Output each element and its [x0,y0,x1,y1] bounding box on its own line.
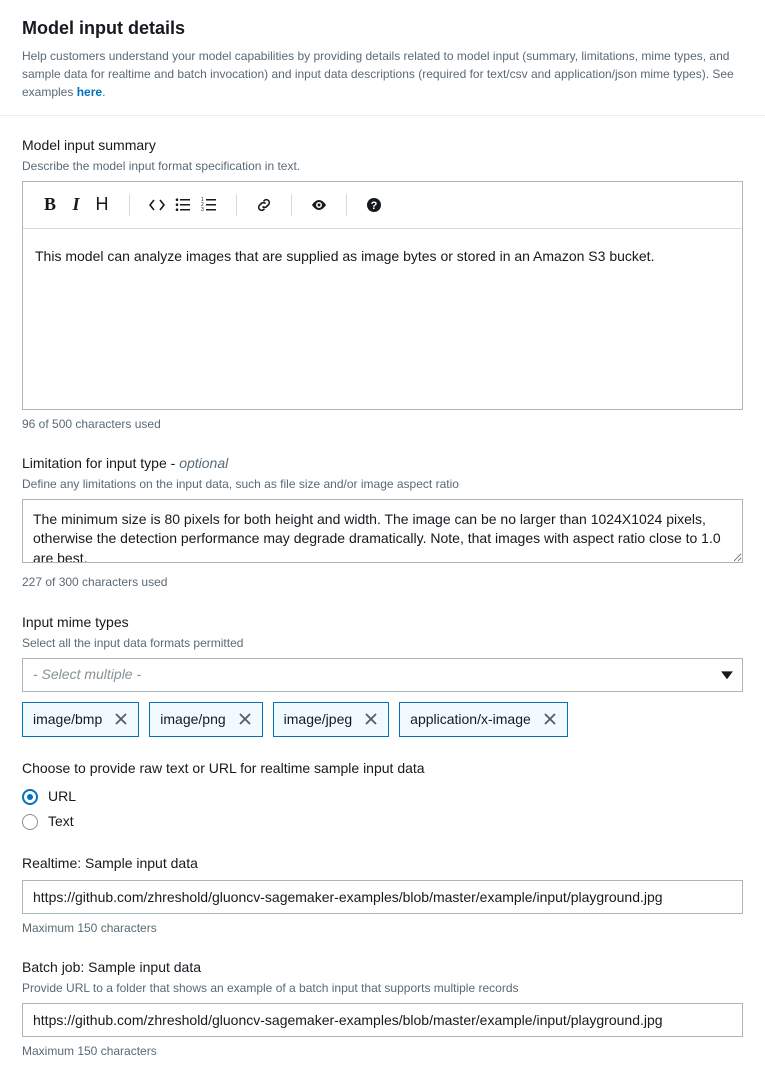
radio-icon-selected [22,789,38,805]
page-desc-text: Help customers understand your model cap… [22,49,734,99]
mime-tag-png: image/png [149,702,262,738]
mime-tag-x-image: application/x-image [399,702,568,738]
limitation-textarea[interactable] [22,499,743,563]
summary-counter: 96 of 500 characters used [22,416,743,433]
limitation-sub: Define any limitations on the input data… [22,476,743,493]
sample-choice-label: Choose to provide raw text or URL for re… [22,759,743,779]
close-icon[interactable] [364,712,378,726]
summary-text[interactable]: This model can analyze images that are s… [23,229,742,409]
close-icon[interactable] [114,712,128,726]
batch-sub: Provide URL to a folder that shows an ex… [22,980,743,997]
limitation-label-text: Limitation for input type - [22,455,179,471]
radio-text[interactable]: Text [22,812,743,832]
limitation-label: Limitation for input type - optional [22,454,743,474]
field-limitation: Limitation for input type - optional Def… [22,454,743,591]
realtime-hint: Maximum 150 characters [22,920,743,937]
field-batch-sample: Batch job: Sample input data Provide URL… [22,958,743,1059]
tag-label: image/png [160,710,225,730]
limitation-optional-tag: optional [179,455,228,471]
code-button[interactable] [144,192,170,218]
summary-sub: Describe the model input format specific… [22,158,743,175]
radio-url[interactable]: URL [22,787,743,807]
svg-text:3: 3 [201,207,204,213]
field-mime-types: Input mime types Select all the input da… [22,613,743,737]
unordered-list-button[interactable] [170,192,196,218]
help-button[interactable]: ? [361,192,387,218]
page-description: Help customers understand your model cap… [22,47,743,101]
field-realtime-sample: Realtime: Sample input data Maximum 150 … [22,854,743,936]
summary-editor: B I H 123 [22,181,743,410]
svg-text:?: ? [371,200,378,212]
page-desc-end: . [102,85,105,99]
batch-label: Batch job: Sample input data [22,958,743,978]
preview-button[interactable] [306,192,332,218]
field-model-input-summary: Model input summary Describe the model i… [22,136,743,432]
radio-label-url: URL [48,787,76,807]
bold-button[interactable]: B [37,192,63,218]
mime-sub: Select all the input data formats permit… [22,635,743,652]
realtime-label: Realtime: Sample input data [22,854,743,874]
mime-tags: image/bmp image/png image/jpeg applicati… [22,702,743,738]
tag-label: image/jpeg [284,710,353,730]
tag-label: image/bmp [33,710,102,730]
close-icon[interactable] [543,712,557,726]
mime-placeholder: - Select multiple - [33,665,141,685]
limitation-counter: 227 of 300 characters used [22,574,743,591]
realtime-input[interactable] [22,880,743,914]
field-sample-choice: Choose to provide raw text or URL for re… [22,759,743,832]
mime-tag-jpeg: image/jpeg [273,702,390,738]
mime-label: Input mime types [22,613,743,633]
radio-icon [22,814,38,830]
batch-input[interactable] [22,1003,743,1037]
editor-toolbar: B I H 123 [23,182,742,229]
batch-hint: Maximum 150 characters [22,1043,743,1060]
close-icon[interactable] [238,712,252,726]
examples-link[interactable]: here [77,85,102,99]
page-title: Model input details [22,16,743,41]
radio-label-text: Text [48,812,74,832]
tag-label: application/x-image [410,710,531,730]
italic-button[interactable]: I [63,192,89,218]
header: Model input details Help customers under… [0,0,765,116]
ordered-list-button[interactable]: 123 [196,192,222,218]
summary-label: Model input summary [22,136,743,156]
mime-select[interactable]: - Select multiple - [22,658,743,692]
mime-tag-bmp: image/bmp [22,702,139,738]
heading-button[interactable]: H [89,192,115,218]
link-button[interactable] [251,192,277,218]
